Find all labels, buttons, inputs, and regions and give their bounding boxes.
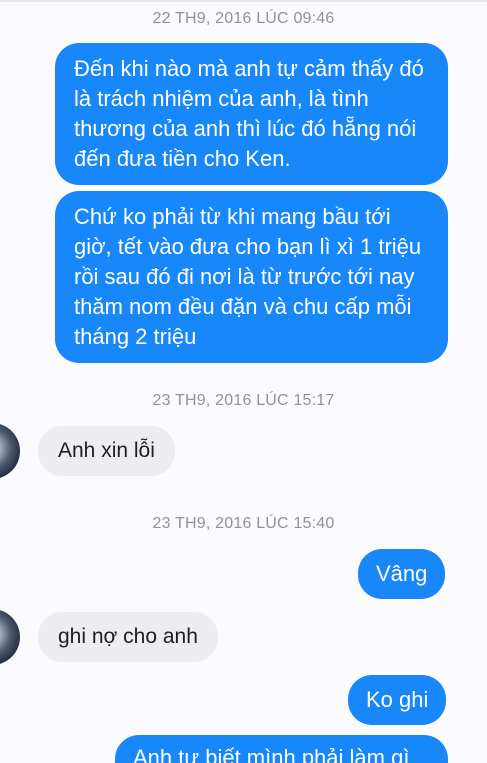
chat-screen: 22 TH9, 2016 LÚC 09:46 Đến khi nào mà an… bbox=[0, 0, 487, 763]
top-divider bbox=[0, 0, 487, 2]
timestamp-divider: 22 TH9, 2016 LÚC 09:46 bbox=[152, 10, 335, 27]
message-bubble-outgoing[interactable]: Anh tự biết mình phải làm gì bbox=[115, 735, 448, 763]
message-bubble-incoming[interactable]: ghi nợ cho anh bbox=[38, 612, 218, 662]
contact-avatar-icon[interactable] bbox=[0, 609, 20, 665]
message-bubble-outgoing[interactable]: Đến khi nào mà anh tự cảm thấy đó là trá… bbox=[55, 43, 448, 185]
timestamp-divider: 23 TH9, 2016 LÚC 15:17 bbox=[152, 392, 335, 409]
contact-avatar-icon[interactable] bbox=[0, 423, 20, 479]
message-bubble-outgoing[interactable]: Chứ ko phải từ khi mang bầu tới giờ, tết… bbox=[55, 191, 448, 363]
message-bubble-outgoing[interactable]: Ko ghi bbox=[348, 675, 447, 725]
message-bubble-incoming[interactable]: Anh xin lỗi bbox=[38, 426, 175, 476]
message-bubble-outgoing[interactable]: Vâng bbox=[358, 549, 446, 599]
timestamp-divider: 23 TH9, 2016 LÚC 15:40 bbox=[152, 515, 335, 532]
